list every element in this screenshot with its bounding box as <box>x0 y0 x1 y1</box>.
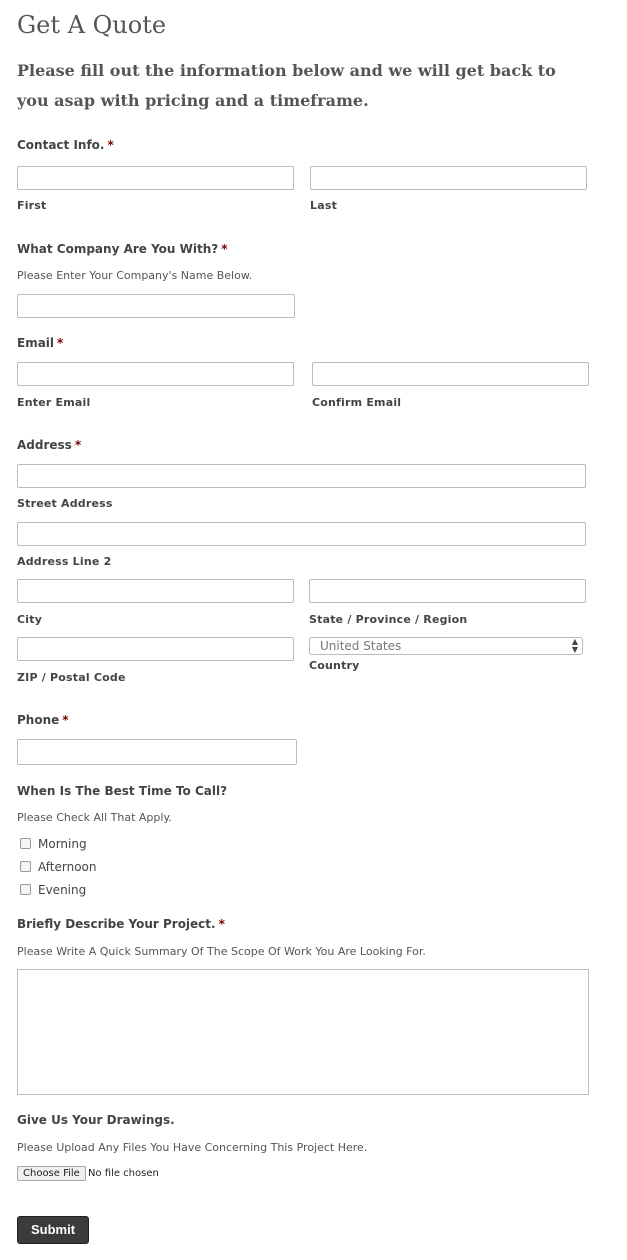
call-time-description: Please Check All That Apply. <box>17 811 172 824</box>
evening-label[interactable]: Evening <box>38 882 86 898</box>
evening-checkbox[interactable] <box>20 884 31 895</box>
confirm-email-input[interactable] <box>312 362 589 386</box>
address-line2-input[interactable] <box>17 522 586 546</box>
required-marker: * <box>62 713 69 727</box>
afternoon-label[interactable]: Afternoon <box>38 859 97 875</box>
email-label-text: Email <box>17 336 55 350</box>
last-name-input[interactable] <box>310 166 587 190</box>
email-label: Email * <box>17 335 63 351</box>
required-marker: * <box>218 917 225 931</box>
company-description: Please Enter Your Company's Name Below. <box>17 269 253 282</box>
phone-input[interactable] <box>17 739 297 765</box>
enter-email-sublabel: Enter Email <box>17 396 91 409</box>
first-name-input[interactable] <box>17 166 294 190</box>
street-address-input[interactable] <box>17 464 586 488</box>
drawings-label: Give Us Your Drawings. <box>17 1113 175 1127</box>
state-input[interactable] <box>309 579 586 603</box>
file-status: No file chosen <box>88 1168 159 1179</box>
contact-info-label-text: Contact Info. <box>17 138 105 152</box>
submit-button[interactable]: Submit <box>17 1216 89 1244</box>
address-label-text: Address <box>17 438 72 452</box>
city-sublabel: City <box>17 613 43 626</box>
address-label: Address * <box>17 437 81 453</box>
country-sublabel: Country <box>309 659 360 672</box>
required-marker: * <box>74 438 82 452</box>
confirm-email-sublabel: Confirm Email <box>312 396 402 409</box>
project-label: Briefly Describe Your Project. * <box>17 916 225 932</box>
afternoon-checkbox[interactable] <box>20 861 31 872</box>
call-time-label: When Is The Best Time To Call? <box>17 784 228 798</box>
project-textarea[interactable] <box>17 969 589 1095</box>
zip-input[interactable] <box>17 637 294 661</box>
required-marker: * <box>107 138 114 152</box>
choose-file-button[interactable]: Choose File <box>17 1166 86 1181</box>
project-description: Please Write A Quick Summary Of The Scop… <box>17 945 426 958</box>
company-input[interactable] <box>17 294 295 318</box>
city-input[interactable] <box>17 579 294 603</box>
contact-info-label: Contact Info. * <box>17 137 114 153</box>
email-input[interactable] <box>17 362 294 386</box>
country-selected-value: United States <box>320 639 402 653</box>
required-marker: * <box>221 242 228 256</box>
intro-text: Please fill out the information below an… <box>17 61 556 110</box>
phone-label: Phone * <box>17 712 69 728</box>
phone-label-text: Phone <box>17 713 60 727</box>
street-address-sublabel: Street Address <box>17 497 113 510</box>
address-line2-sublabel: Address Line 2 <box>17 555 112 568</box>
required-marker: * <box>57 336 64 350</box>
morning-label[interactable]: Morning <box>38 836 87 852</box>
last-name-sublabel: Last <box>310 199 338 212</box>
select-arrows-icon: ▲ ▼ <box>571 637 578 654</box>
country-select[interactable]: United States ▲ ▼ <box>309 637 583 655</box>
state-sublabel: State / Province / Region <box>309 613 468 626</box>
morning-checkbox[interactable] <box>20 838 31 849</box>
project-label-text: Briefly Describe Your Project. <box>17 917 216 931</box>
drawings-description: Please Upload Any Files You Have Concern… <box>17 1141 368 1154</box>
page-title: Get A Quote <box>17 11 167 39</box>
company-label: What Company Are You With? * <box>17 241 228 257</box>
zip-sublabel: ZIP / Postal Code <box>17 671 126 684</box>
company-label-text: What Company Are You With? <box>17 242 219 256</box>
first-name-sublabel: First <box>17 199 47 212</box>
